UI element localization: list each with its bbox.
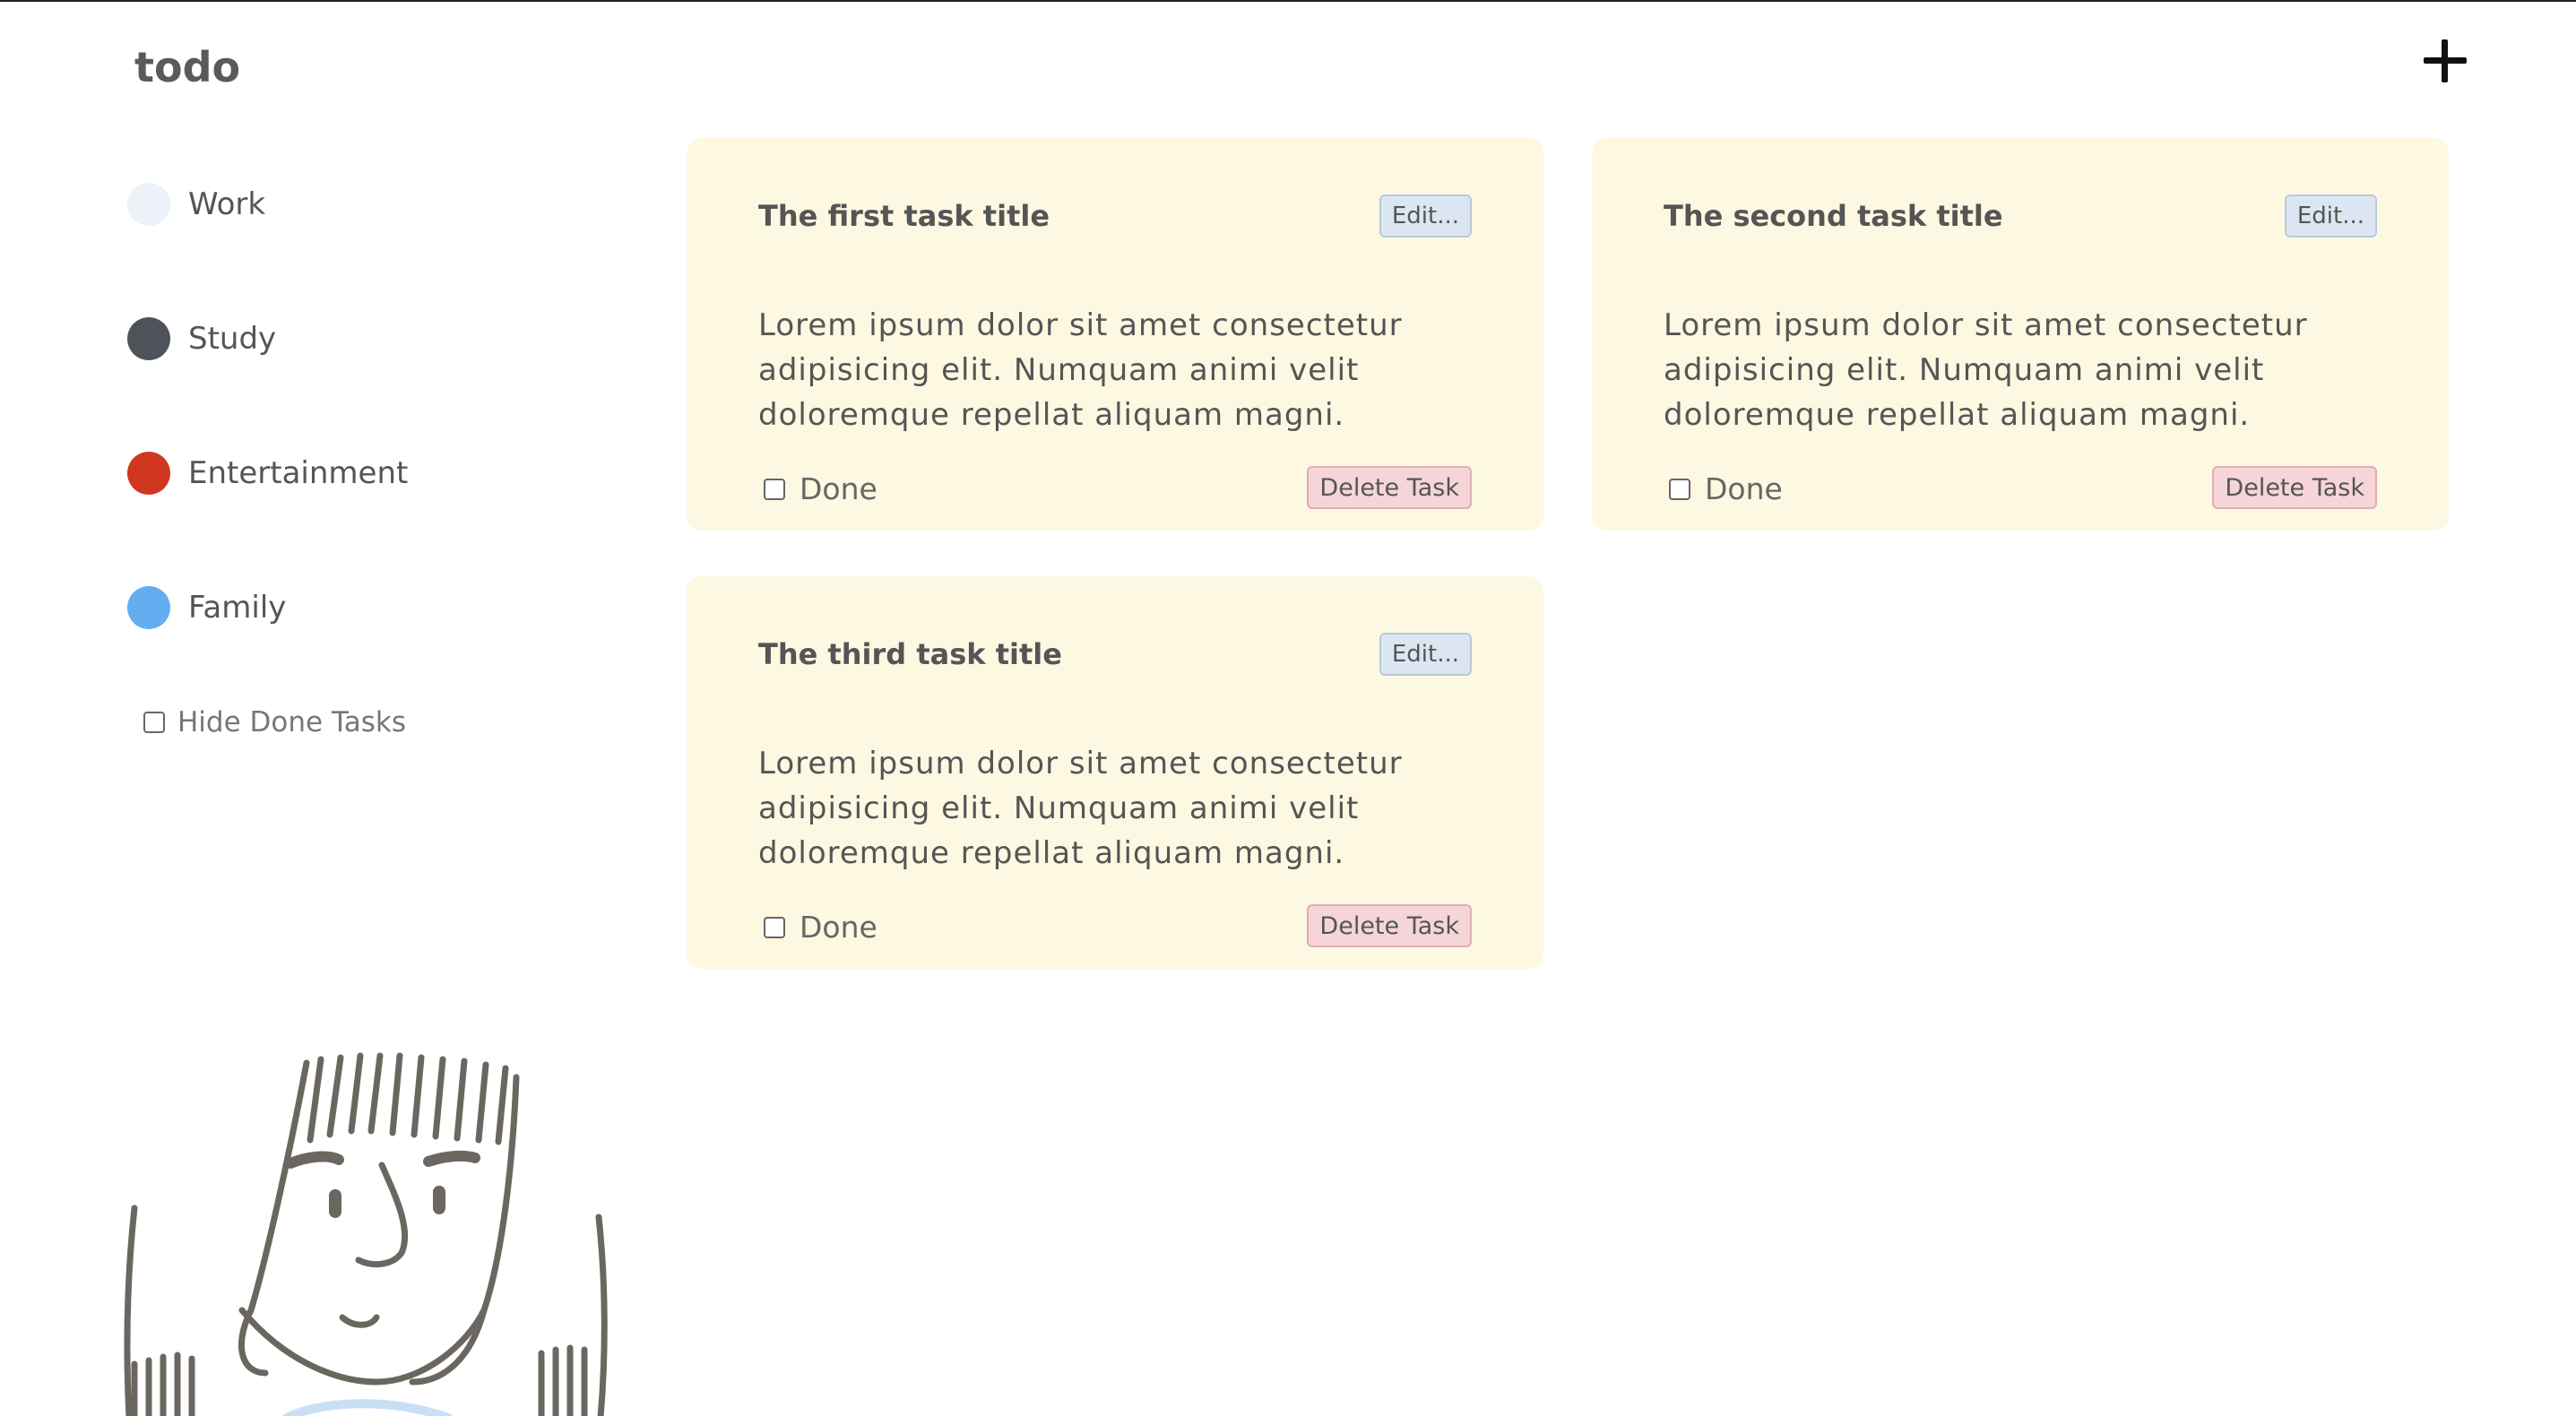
done-toggle[interactable]: Done (1669, 471, 1783, 506)
task-title: The third task title (758, 637, 1062, 671)
done-checkbox[interactable] (764, 916, 785, 938)
done-label: Done (1705, 471, 1783, 506)
hide-done-toggle[interactable]: Hide Done Tasks (143, 706, 406, 738)
edit-button[interactable]: Edit... (1379, 633, 1472, 676)
done-checkbox[interactable] (1669, 478, 1690, 500)
task-description: Lorem ipsum dolor sit amet consectetur a… (758, 307, 1403, 433)
edit-button[interactable]: Edit... (1379, 194, 1472, 237)
task-card: The third task title Edit... Lorem ipsum… (687, 576, 1543, 969)
edit-button[interactable]: Edit... (2284, 194, 2377, 237)
task-title: The first task title (758, 199, 1050, 233)
task-card: The first task title Edit... Lorem ipsum… (687, 138, 1543, 531)
app-title: todo (134, 43, 241, 91)
add-task-button[interactable] (2420, 36, 2470, 86)
delete-task-button[interactable]: Delete Task (1307, 466, 1472, 509)
category-color-dot (127, 183, 170, 226)
hide-done-label: Hide Done Tasks (177, 706, 406, 738)
category-color-dot (127, 452, 170, 495)
category-study[interactable]: Study (127, 312, 276, 366)
task-description: Lorem ipsum dolor sit amet consectetur a… (758, 746, 1403, 871)
done-toggle[interactable]: Done (764, 910, 877, 945)
done-checkbox[interactable] (764, 478, 785, 500)
category-color-dot (127, 317, 170, 360)
delete-task-button[interactable]: Delete Task (1307, 904, 1472, 947)
person-illustration (124, 1052, 608, 1416)
task-title: The second task title (1664, 199, 2003, 233)
task-card: The second task title Edit... Lorem ipsu… (1592, 138, 2449, 531)
category-work[interactable]: Work (127, 177, 265, 231)
category-label: Family (188, 590, 287, 626)
delete-task-button[interactable]: Delete Task (2212, 466, 2377, 509)
category-entertainment[interactable]: Entertainment (127, 446, 408, 500)
done-label: Done (800, 910, 877, 945)
category-label: Entertainment (188, 455, 409, 491)
category-label: Work (188, 186, 266, 222)
category-color-dot (127, 586, 170, 629)
hide-done-checkbox[interactable] (143, 712, 165, 733)
task-description: Lorem ipsum dolor sit amet consectetur a… (1664, 307, 2308, 433)
done-toggle[interactable]: Done (764, 471, 877, 506)
category-family[interactable]: Family (127, 581, 286, 635)
done-label: Done (800, 471, 877, 506)
category-label: Study (188, 321, 277, 357)
